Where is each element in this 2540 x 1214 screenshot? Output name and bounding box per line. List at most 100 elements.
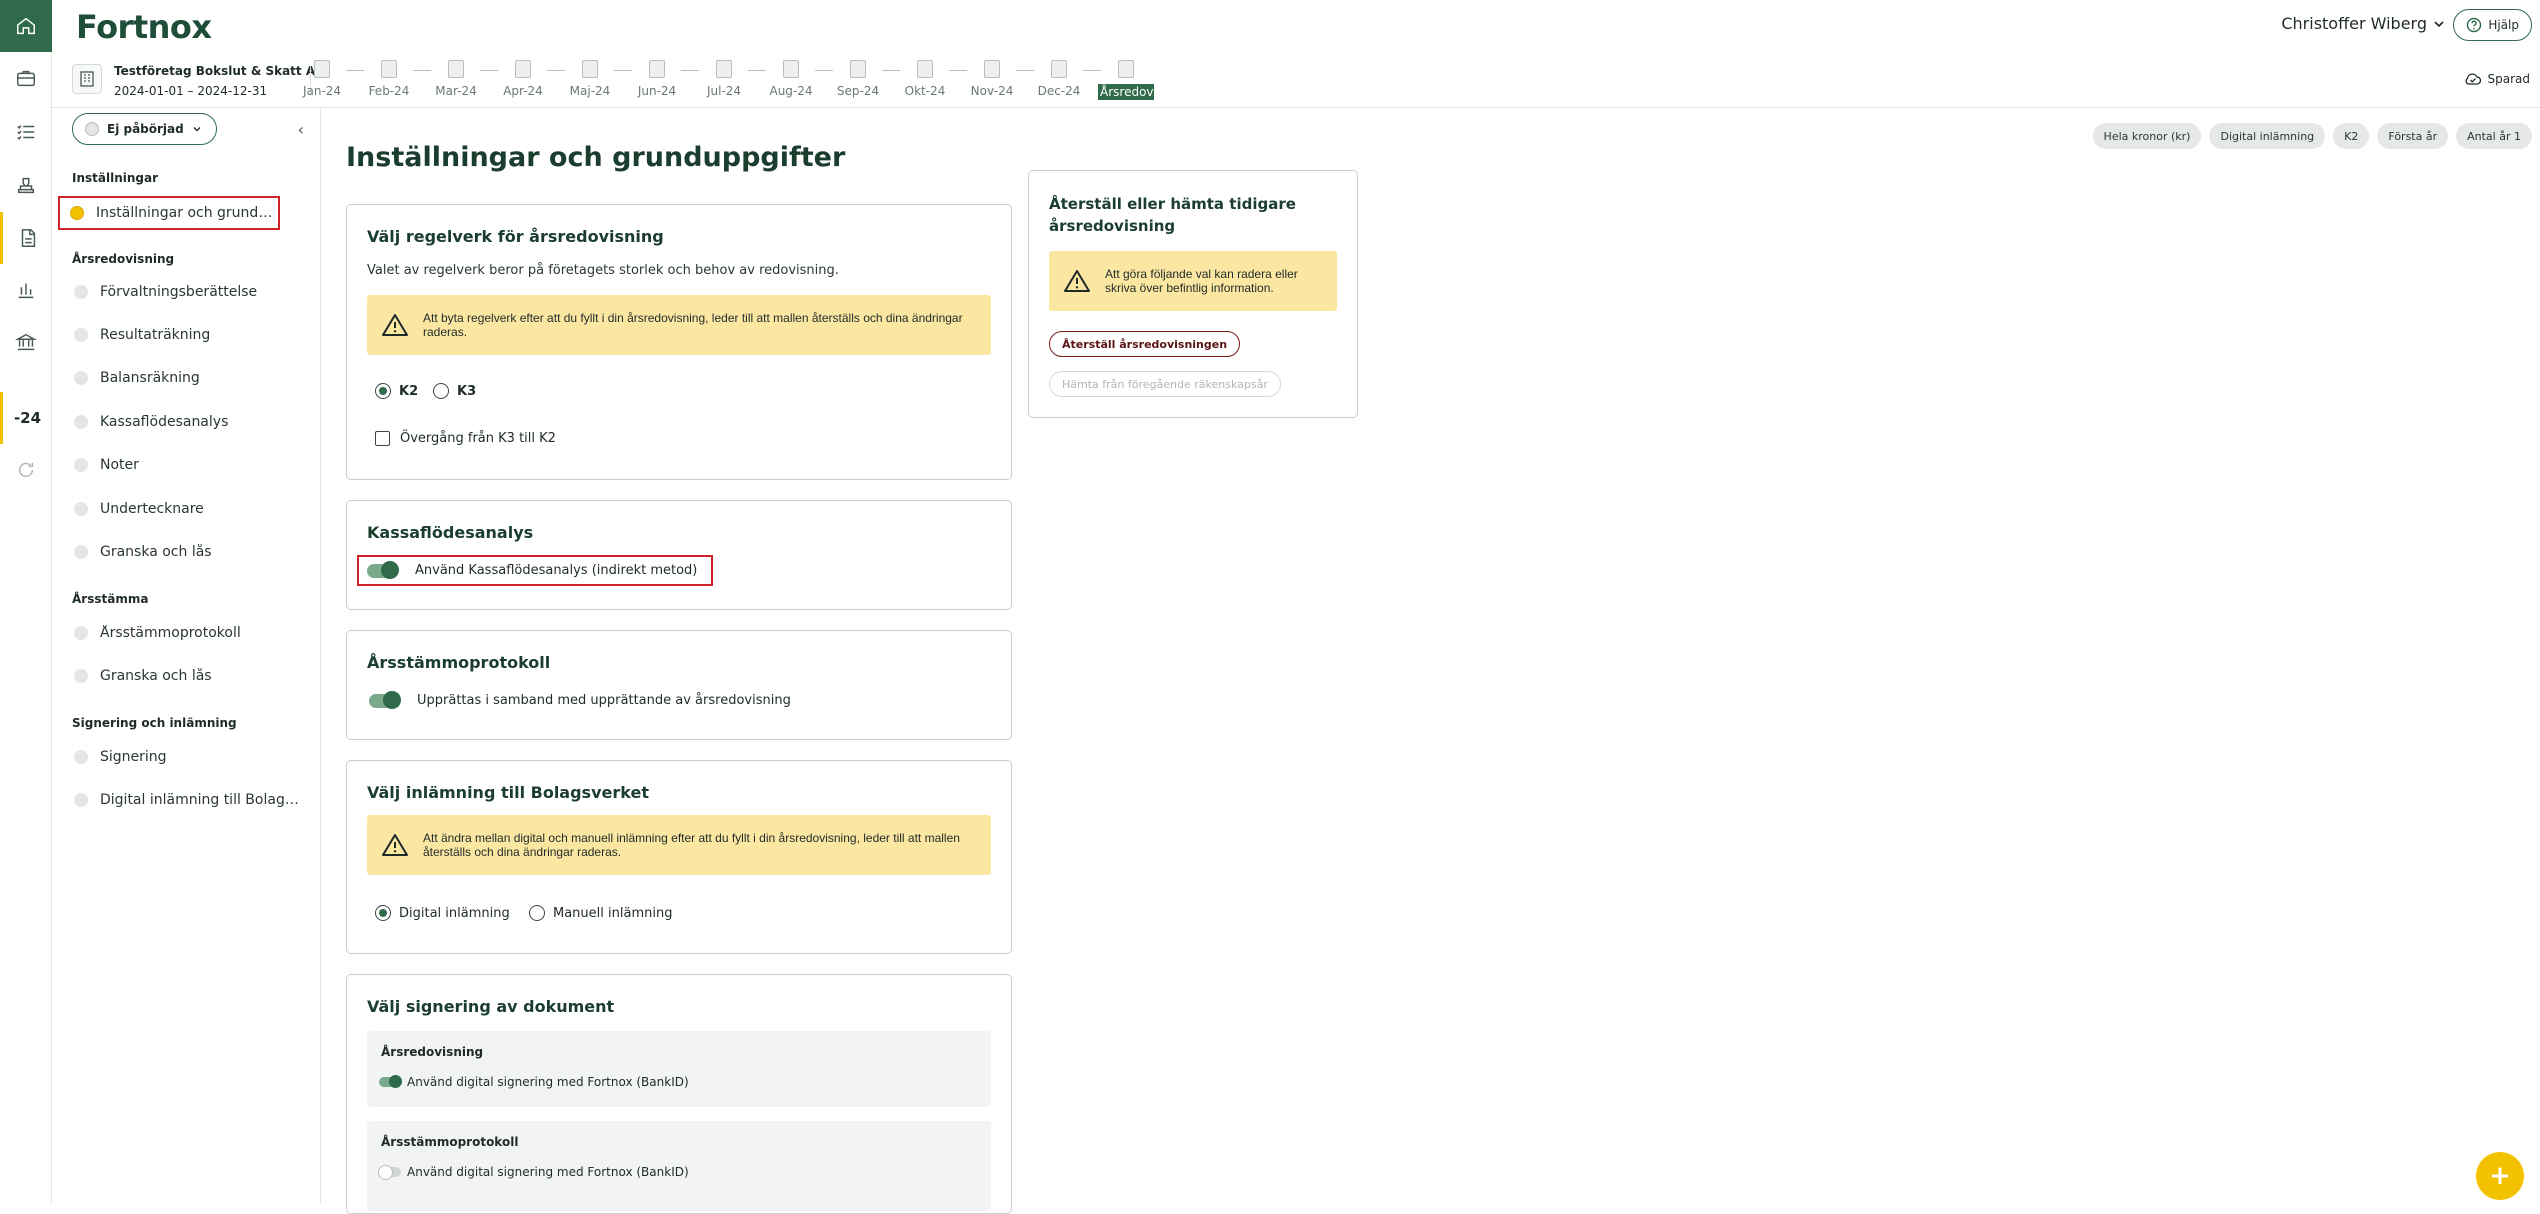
document-icon bbox=[1118, 60, 1134, 78]
timeline-month[interactable]: Dec-24 bbox=[1031, 60, 1087, 98]
checkbox-label: Övergång från K3 till K2 bbox=[400, 431, 556, 446]
timeline-month[interactable]: Apr-24 bbox=[495, 60, 551, 98]
month-label: Jul-24 bbox=[696, 84, 752, 98]
sidebar-item-undertecknare[interactable]: Undertecknare bbox=[64, 492, 300, 526]
warning-box: Att ändra mellan digital och manuell inl… bbox=[367, 815, 991, 875]
sidebar-item-granska-las[interactable]: Granska och lås bbox=[64, 535, 300, 569]
status-dropdown[interactable]: Ej påbörjad bbox=[72, 113, 217, 145]
sidebar-item-forvaltningsberattelse[interactable]: Förvaltningsberättelse bbox=[64, 275, 300, 309]
radio-control[interactable] bbox=[433, 383, 449, 399]
briefcase-icon[interactable] bbox=[0, 52, 52, 104]
sidebar-item-label: Granska och lås bbox=[100, 668, 212, 684]
sidebar-item-digital-inlamning[interactable]: Digital inlämning till Bolagsverket bbox=[64, 783, 300, 817]
sidebar-item-label: Balansräkning bbox=[100, 370, 200, 386]
kassaflode-card: Kassaflödesanalys Använd Kassaflödesanal… bbox=[346, 500, 1012, 610]
arsstamma-toggle[interactable] bbox=[369, 694, 399, 708]
timeline-month[interactable]: Maj-24 bbox=[562, 60, 618, 98]
chip-regelverk: K2 bbox=[2333, 123, 2369, 149]
chevron-down-icon bbox=[192, 124, 202, 134]
timeline-month[interactable]: Sep-24 bbox=[830, 60, 886, 98]
stamp-icon[interactable] bbox=[0, 160, 52, 212]
toggle-label: Använd digital signering med Fortnox (Ba… bbox=[407, 1075, 689, 1089]
section-title-arsstamma: Årsstämma bbox=[72, 592, 148, 606]
sidebar-item-kassaflodesanalys[interactable]: Kassaflödesanalys bbox=[64, 405, 300, 439]
status-label: Ej påbörjad bbox=[107, 122, 184, 136]
sidebar: Ej påbörjad ‹ Inställningar Inställninga… bbox=[52, 108, 321, 1204]
document-icon bbox=[783, 60, 799, 78]
help-button[interactable]: Hjälp bbox=[2453, 9, 2532, 41]
status-in-progress-icon bbox=[70, 206, 84, 220]
month-label: Sep-24 bbox=[830, 84, 886, 98]
bankid-toggle[interactable] bbox=[379, 1167, 401, 1177]
sidebar-item-signering[interactable]: Signering bbox=[64, 740, 300, 774]
radio-control[interactable] bbox=[529, 905, 545, 921]
bar-chart-icon[interactable] bbox=[0, 264, 52, 316]
radio-control[interactable] bbox=[375, 905, 391, 921]
refresh-icon[interactable] bbox=[0, 444, 52, 496]
year-shortcut[interactable]: -24 bbox=[0, 392, 52, 444]
status-dot-icon bbox=[74, 371, 88, 385]
signering-arsredovisning-toggle-row[interactable]: Använd digital signering med Fortnox (Ba… bbox=[379, 1075, 689, 1089]
sidebar-item-installningar[interactable]: Inställningar och grunduppgifter bbox=[58, 196, 280, 230]
signering-arsredovisning: Årsredovisning Använd digital signering … bbox=[367, 1031, 991, 1107]
sidebar-item-granska-las-stamma[interactable]: Granska och lås bbox=[64, 659, 300, 693]
timeline-month[interactable]: Mar-24 bbox=[428, 60, 484, 98]
sidebar-item-balansrakning[interactable]: Balansräkning bbox=[64, 361, 300, 395]
user-menu[interactable]: Christoffer Wiberg bbox=[2281, 14, 2445, 33]
checklist-icon[interactable] bbox=[0, 106, 52, 158]
kassaflode-toggle-row[interactable]: Använd Kassaflödesanalys (indirekt metod… bbox=[357, 555, 713, 586]
kassaflode-toggle[interactable] bbox=[367, 564, 397, 578]
bank-icon[interactable] bbox=[0, 316, 52, 368]
radio-digital-inlamning[interactable]: Digital inlämning bbox=[375, 905, 510, 921]
collapse-sidebar-icon[interactable]: ‹ bbox=[298, 120, 304, 139]
timeline-month[interactable]: Årsredovisning bbox=[1098, 60, 1154, 100]
warning-icon bbox=[1063, 269, 1091, 293]
card-title: Årsstämmoprotokoll bbox=[367, 653, 550, 672]
sidebar-item-label: Signering bbox=[100, 749, 167, 765]
timeline-month[interactable]: Jul-24 bbox=[696, 60, 752, 98]
company-icon[interactable] bbox=[72, 64, 102, 94]
bankid-toggle[interactable] bbox=[379, 1077, 401, 1087]
add-button[interactable]: + bbox=[2476, 1152, 2524, 1200]
radio-k2[interactable]: K2 bbox=[375, 383, 418, 399]
timeline-month[interactable]: Nov-24 bbox=[964, 60, 1020, 98]
fortnox-logo[interactable]: Fortnox bbox=[76, 8, 212, 46]
checkbox-control[interactable] bbox=[375, 431, 390, 446]
timeline-month[interactable]: Okt-24 bbox=[897, 60, 953, 98]
chevron-down-icon bbox=[2433, 18, 2445, 30]
save-status: Sparad bbox=[2464, 72, 2531, 86]
sidebar-item-resultatrakning[interactable]: Resultaträkning bbox=[64, 318, 300, 352]
radio-label: Digital inlämning bbox=[399, 906, 510, 921]
signering-arsstamma-toggle-row[interactable]: Använd digital signering med Fortnox (Ba… bbox=[379, 1165, 689, 1179]
signering-card: Välj signering av dokument Årsredovisnin… bbox=[346, 974, 1012, 1214]
fetch-previous-button[interactable]: Hämta från föregående räkenskapsår bbox=[1049, 371, 1281, 397]
section-title-installningar: Inställningar bbox=[72, 171, 158, 185]
home-icon[interactable] bbox=[0, 0, 52, 52]
restore-button[interactable]: Återställ årsredovisningen bbox=[1049, 331, 1240, 357]
radio-control[interactable] bbox=[375, 383, 391, 399]
document-icon[interactable] bbox=[0, 212, 52, 264]
sidebar-item-noter[interactable]: Noter bbox=[64, 448, 300, 482]
month-label: Aug-24 bbox=[763, 84, 819, 98]
sidebar-item-arsstammoprotokoll[interactable]: Årsstämmoprotokoll bbox=[64, 616, 300, 650]
radio-manuell-inlamning[interactable]: Manuell inlämning bbox=[529, 905, 672, 921]
sidebar-item-label: Kassaflödesanalys bbox=[100, 414, 228, 430]
radio-k3[interactable]: K3 bbox=[433, 383, 476, 399]
settings-chips: Hela kronor (kr) Digital inlämning K2 Fö… bbox=[2093, 123, 2532, 149]
subcard-title: Årsredovisning bbox=[381, 1045, 483, 1059]
plus-icon: + bbox=[2489, 1161, 2511, 1191]
arsstamma-toggle-row[interactable]: Upprättas i samband med upprättande av å… bbox=[369, 693, 791, 708]
question-icon bbox=[2466, 17, 2482, 33]
sidebar-item-label: Undertecknare bbox=[100, 501, 204, 517]
timeline-month[interactable]: Aug-24 bbox=[763, 60, 819, 98]
timeline-month[interactable]: Jun-24 bbox=[629, 60, 685, 98]
timeline-month[interactable]: Feb-24 bbox=[361, 60, 417, 98]
page-title: Inställningar och grunduppgifter bbox=[346, 142, 845, 173]
status-dot-icon bbox=[74, 545, 88, 559]
sidebar-item-label: Resultaträkning bbox=[100, 327, 210, 343]
month-label: Apr-24 bbox=[495, 84, 551, 98]
section-title-arsredovisning: Årsredovisning bbox=[72, 252, 174, 266]
section-title-signering: Signering och inlämning bbox=[72, 716, 237, 730]
timeline-month[interactable]: Jan-24 bbox=[294, 60, 350, 98]
checkbox-overgang[interactable]: Övergång från K3 till K2 bbox=[375, 431, 556, 446]
